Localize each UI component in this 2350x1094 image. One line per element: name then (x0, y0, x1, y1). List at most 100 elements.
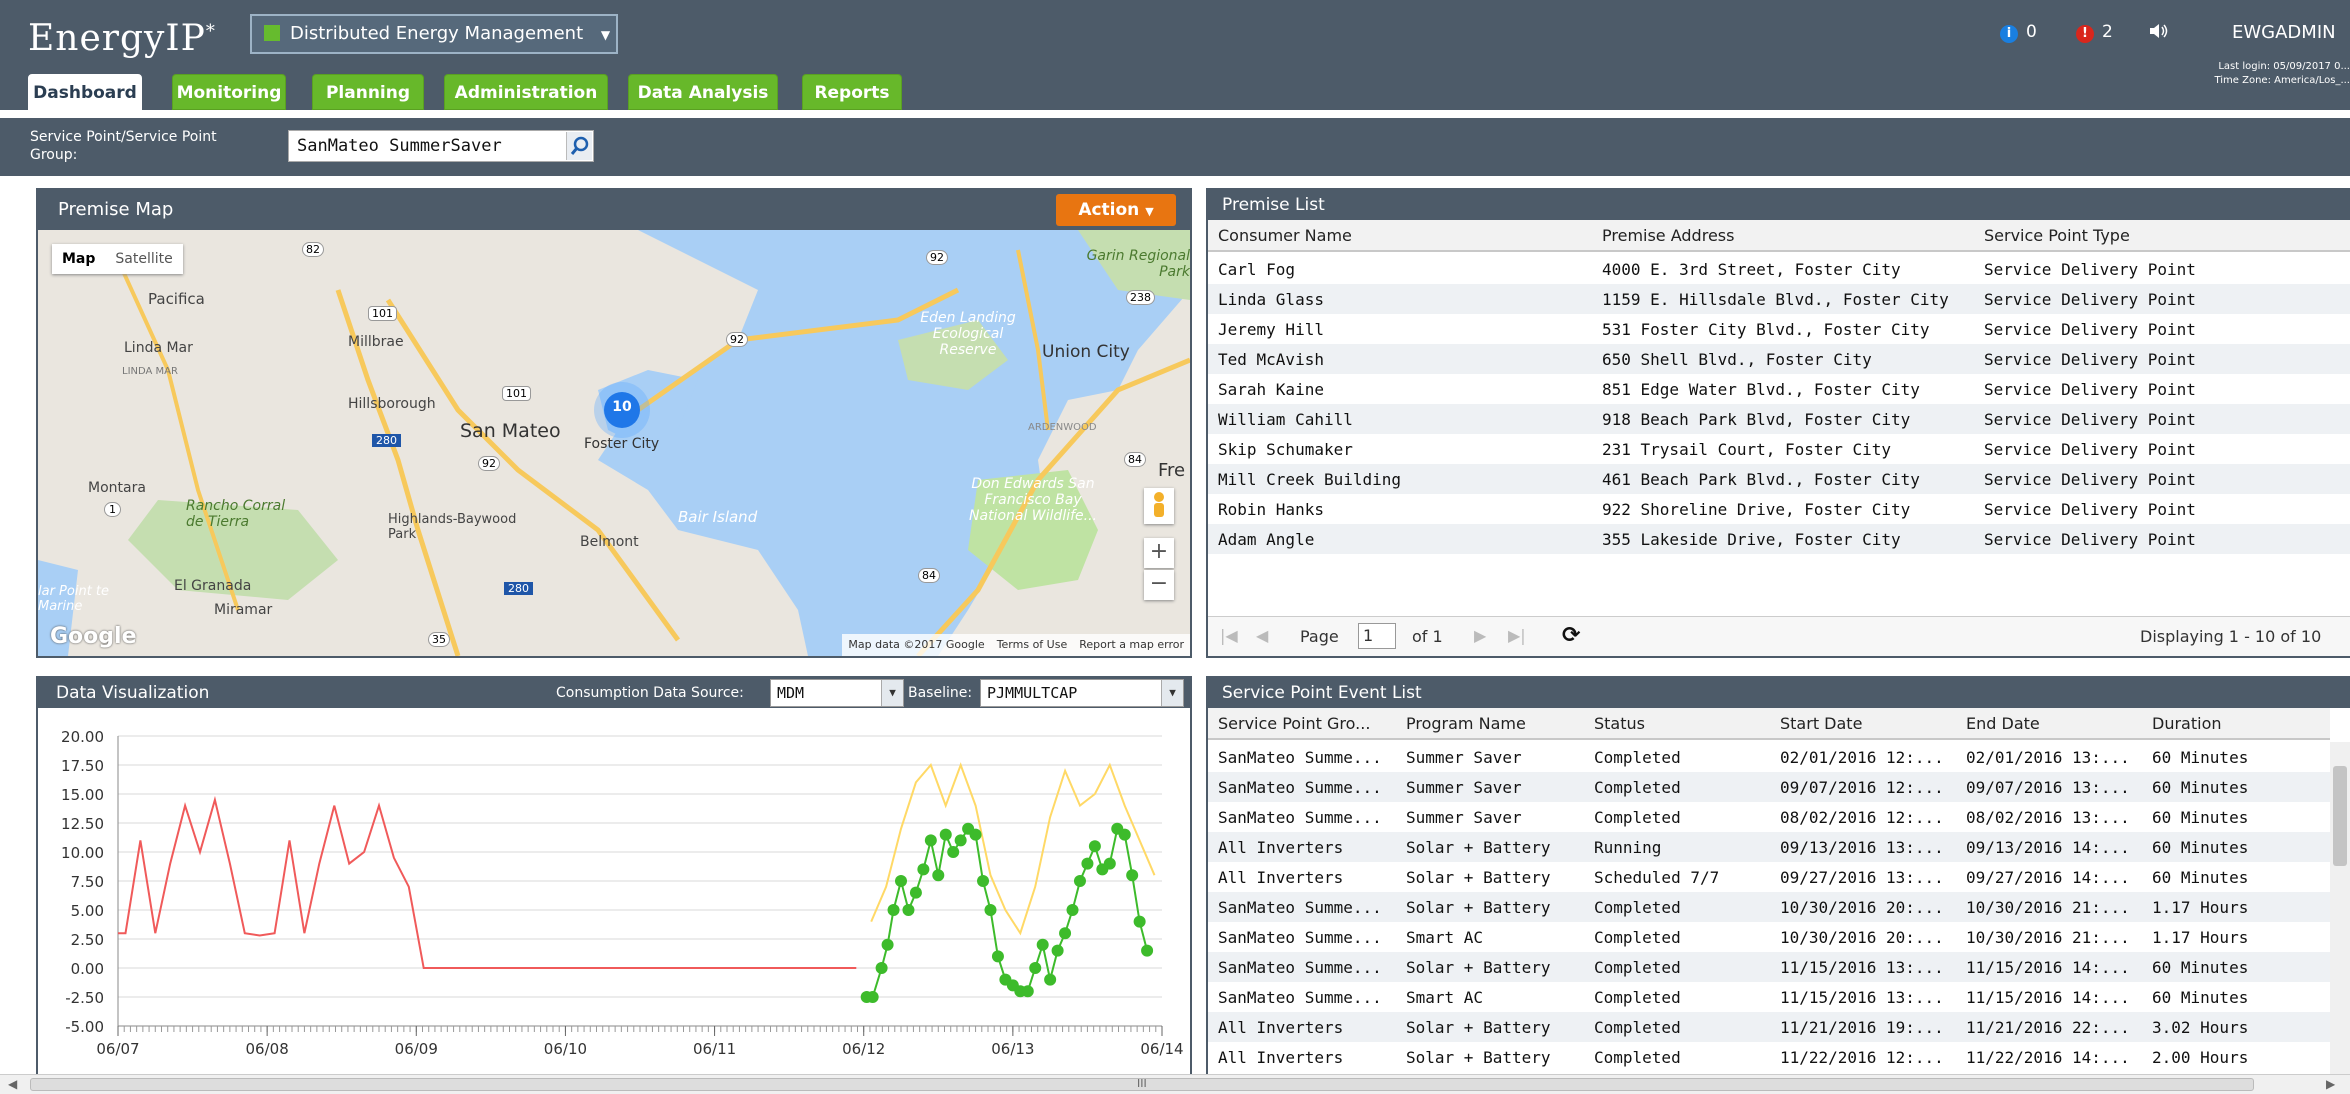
app-root: EnergyIP* Distributed Energy Management … (0, 0, 2350, 1094)
zoom-out-button[interactable]: − (1144, 570, 1174, 600)
table-row[interactable]: SanMateo Summe... Summer Saver Completed 08… (1208, 802, 2330, 832)
table-row[interactable]: All Inverters Solar + Battery Completed 11/… (1208, 1012, 2330, 1042)
search-button[interactable] (566, 132, 592, 160)
page-of-label: of 1 (1412, 627, 1443, 646)
consumption-source-value: MDM (777, 684, 805, 702)
data-point (1044, 973, 1057, 986)
place-label: Linda Mar (124, 340, 193, 356)
column-header[interactable]: Program Name (1406, 714, 1526, 733)
consumption-chart[interactable]: -5.00 -2.50 0.00 2.50 5.00 7.50 10.00 12.50 15.0… (38, 708, 1190, 1074)
action-button[interactable]: Action ▼ (1056, 194, 1176, 226)
username[interactable]: EWGADMIN (2232, 22, 2336, 43)
table-row[interactable]: Linda Glass 1159 E. Hillsdale Blvd., Fost… (1208, 284, 2350, 314)
column-header[interactable]: Premise Address (1602, 226, 1734, 245)
table-row[interactable]: SanMateo Summe... Smart AC Completed 10/30/… (1208, 922, 2330, 952)
event-list-scrollbar[interactable] (2330, 742, 2350, 1076)
data-point (1051, 944, 1064, 957)
data-point (1118, 828, 1131, 841)
y-tick-label: 10.00 (61, 844, 104, 862)
table-cell: 11/15/2016 13:... (1780, 988, 1944, 1007)
table-row[interactable]: All Inverters Solar + Battery Running 09/13… (1208, 832, 2330, 862)
page-horizontal-scrollbar[interactable]: ◀ III ▶ (0, 1074, 2350, 1094)
scroll-left-icon[interactable]: ◀ (8, 1077, 17, 1091)
table-cell: Solar + Battery (1406, 1018, 1551, 1037)
table-row[interactable]: SanMateo Summe... Smart AC Completed 11/15/… (1208, 982, 2330, 1012)
table-row[interactable]: SanMateo Summe... Solar + Battery Complete… (1208, 952, 2330, 982)
table-cell: Ted McAvish (1218, 350, 1324, 369)
scroll-thumb[interactable] (2333, 766, 2347, 866)
column-header[interactable]: Service Point Type (1984, 226, 2130, 245)
map-canvas[interactable]: 10 Map Satellite Pacifica Linda Mar LINDA… (38, 230, 1190, 656)
column-header[interactable]: End Date (1966, 714, 2040, 733)
tab-administration[interactable]: Administration (444, 74, 608, 110)
table-row[interactable]: Skip Schumaker 231 Trysail Court, Foster … (1208, 434, 2350, 464)
refresh-icon[interactable]: ⟳ (1562, 623, 1580, 648)
route-shield: 238 (1126, 290, 1155, 305)
table-cell: Service Delivery Point (1984, 440, 2196, 459)
map-type-map[interactable]: Map (52, 251, 105, 267)
service-point-input[interactable]: SanMateo SummerSaver (288, 130, 594, 162)
report-map-error-link[interactable]: Report a map error (1073, 638, 1190, 651)
map-type-satellite[interactable]: Satellite (105, 251, 182, 267)
table-row[interactable]: Sarah Kaine 851 Edge Water Blvd., Foster … (1208, 374, 2350, 404)
page-number-input[interactable]: 1 (1358, 623, 1396, 649)
table-cell: SanMateo Summe... (1218, 958, 1382, 977)
data-point (1021, 985, 1034, 998)
tab-dashboard[interactable]: Dashboard (28, 74, 142, 110)
tab-reports[interactable]: Reports (802, 74, 902, 110)
first-page-icon[interactable]: |◀ (1220, 626, 1238, 645)
table-row[interactable]: SanMateo Summe... Summer Saver Completed 02… (1208, 742, 2330, 772)
premise-list-panel: Premise List Consumer Name Premise Addre… (1206, 188, 2350, 658)
scroll-thumb[interactable]: III (30, 1077, 2254, 1091)
alert-indicator[interactable]: ! 2 (2076, 22, 2113, 43)
tab-monitoring[interactable]: Monitoring (172, 74, 286, 110)
table-row[interactable]: Jeremy Hill 531 Foster City Blvd., Foster… (1208, 314, 2350, 344)
table-row[interactable]: Ted McAvish 650 Shell Blvd., Foster City S… (1208, 344, 2350, 374)
table-cell: SanMateo Summe... (1218, 928, 1382, 947)
zoom-in-button[interactable]: + (1144, 538, 1174, 568)
table-row[interactable]: Adam Angle 355 Lakeside Drive, Foster Cit… (1208, 524, 2350, 554)
alert-icon: ! (2076, 25, 2094, 43)
terms-link[interactable]: Terms of Use (991, 638, 1074, 651)
speaker-icon[interactable] (2148, 22, 2168, 45)
table-cell: Summer Saver (1406, 808, 1522, 827)
column-header[interactable]: Start Date (1780, 714, 1862, 733)
table-row[interactable]: SanMateo Summe... Summer Saver Completed 09… (1208, 772, 2330, 802)
scroll-right-icon[interactable]: ▶ (2326, 1077, 2335, 1091)
table-row[interactable]: All Inverters Solar + Battery Completed 11/… (1208, 1042, 2330, 1072)
table-row[interactable]: All Inverters Solar + Battery Scheduled 7/… (1208, 862, 2330, 892)
table-cell: Service Delivery Point (1984, 260, 2196, 279)
table-row[interactable]: Mill Creek Building 461 Beach Park Blvd.,… (1208, 464, 2350, 494)
table-cell: 08/02/2016 13:... (1966, 808, 2130, 827)
column-header[interactable]: Service Point Gro... (1218, 714, 1370, 733)
table-cell: 60 Minutes (2152, 988, 2249, 1007)
table-row[interactable]: Carl Fog 4000 E. 3rd Street, Foster City S… (1208, 254, 2350, 284)
consumption-source-select[interactable]: MDM ▼ (770, 679, 904, 707)
column-header[interactable]: Consumer Name (1218, 226, 1352, 245)
tab-data-analysis[interactable]: Data Analysis (628, 74, 778, 110)
column-header[interactable]: Status (1594, 714, 1645, 733)
last-page-icon[interactable]: ▶| (1508, 626, 1526, 645)
tab-planning[interactable]: Planning (312, 74, 424, 110)
table-row[interactable]: William Cahill 918 Beach Park Blvd, Foste… (1208, 404, 2350, 434)
y-tick-label: 12.50 (61, 815, 104, 833)
table-cell: Linda Glass (1218, 290, 1324, 309)
table-row[interactable]: SanMateo Summe... Solar + Battery Complete… (1208, 892, 2330, 922)
table-cell: 918 Beach Park Blvd, Foster City (1602, 410, 1911, 429)
baseline-select[interactable]: PJMMULTCAP ▼ (980, 679, 1184, 707)
info-indicator[interactable]: i0 (2000, 22, 2037, 43)
prev-page-icon[interactable]: ◀ (1256, 626, 1268, 645)
column-header[interactable]: Duration (2152, 714, 2222, 733)
table-row[interactable]: Robin Hanks 922 Shoreline Drive, Foster C… (1208, 494, 2350, 524)
next-page-icon[interactable]: ▶ (1474, 626, 1486, 645)
pegman-icon[interactable] (1144, 488, 1174, 524)
app-selector[interactable]: Distributed Energy Management ▼ (250, 14, 618, 54)
premise-map-panel: Premise Map Action ▼ 10 Map Satellite Pa… (36, 188, 1192, 658)
y-tick-label: -2.50 (65, 989, 104, 1007)
alert-count: 2 (2102, 22, 2113, 42)
place-label: Miramar (214, 602, 273, 618)
table-cell: 2.00 Hours (2152, 1048, 2249, 1067)
cluster-count[interactable]: 10 (606, 399, 638, 415)
premise-list-header: Consumer Name Premise Address Service Po… (1208, 220, 2350, 252)
table-cell: Summer Saver (1406, 778, 1522, 797)
